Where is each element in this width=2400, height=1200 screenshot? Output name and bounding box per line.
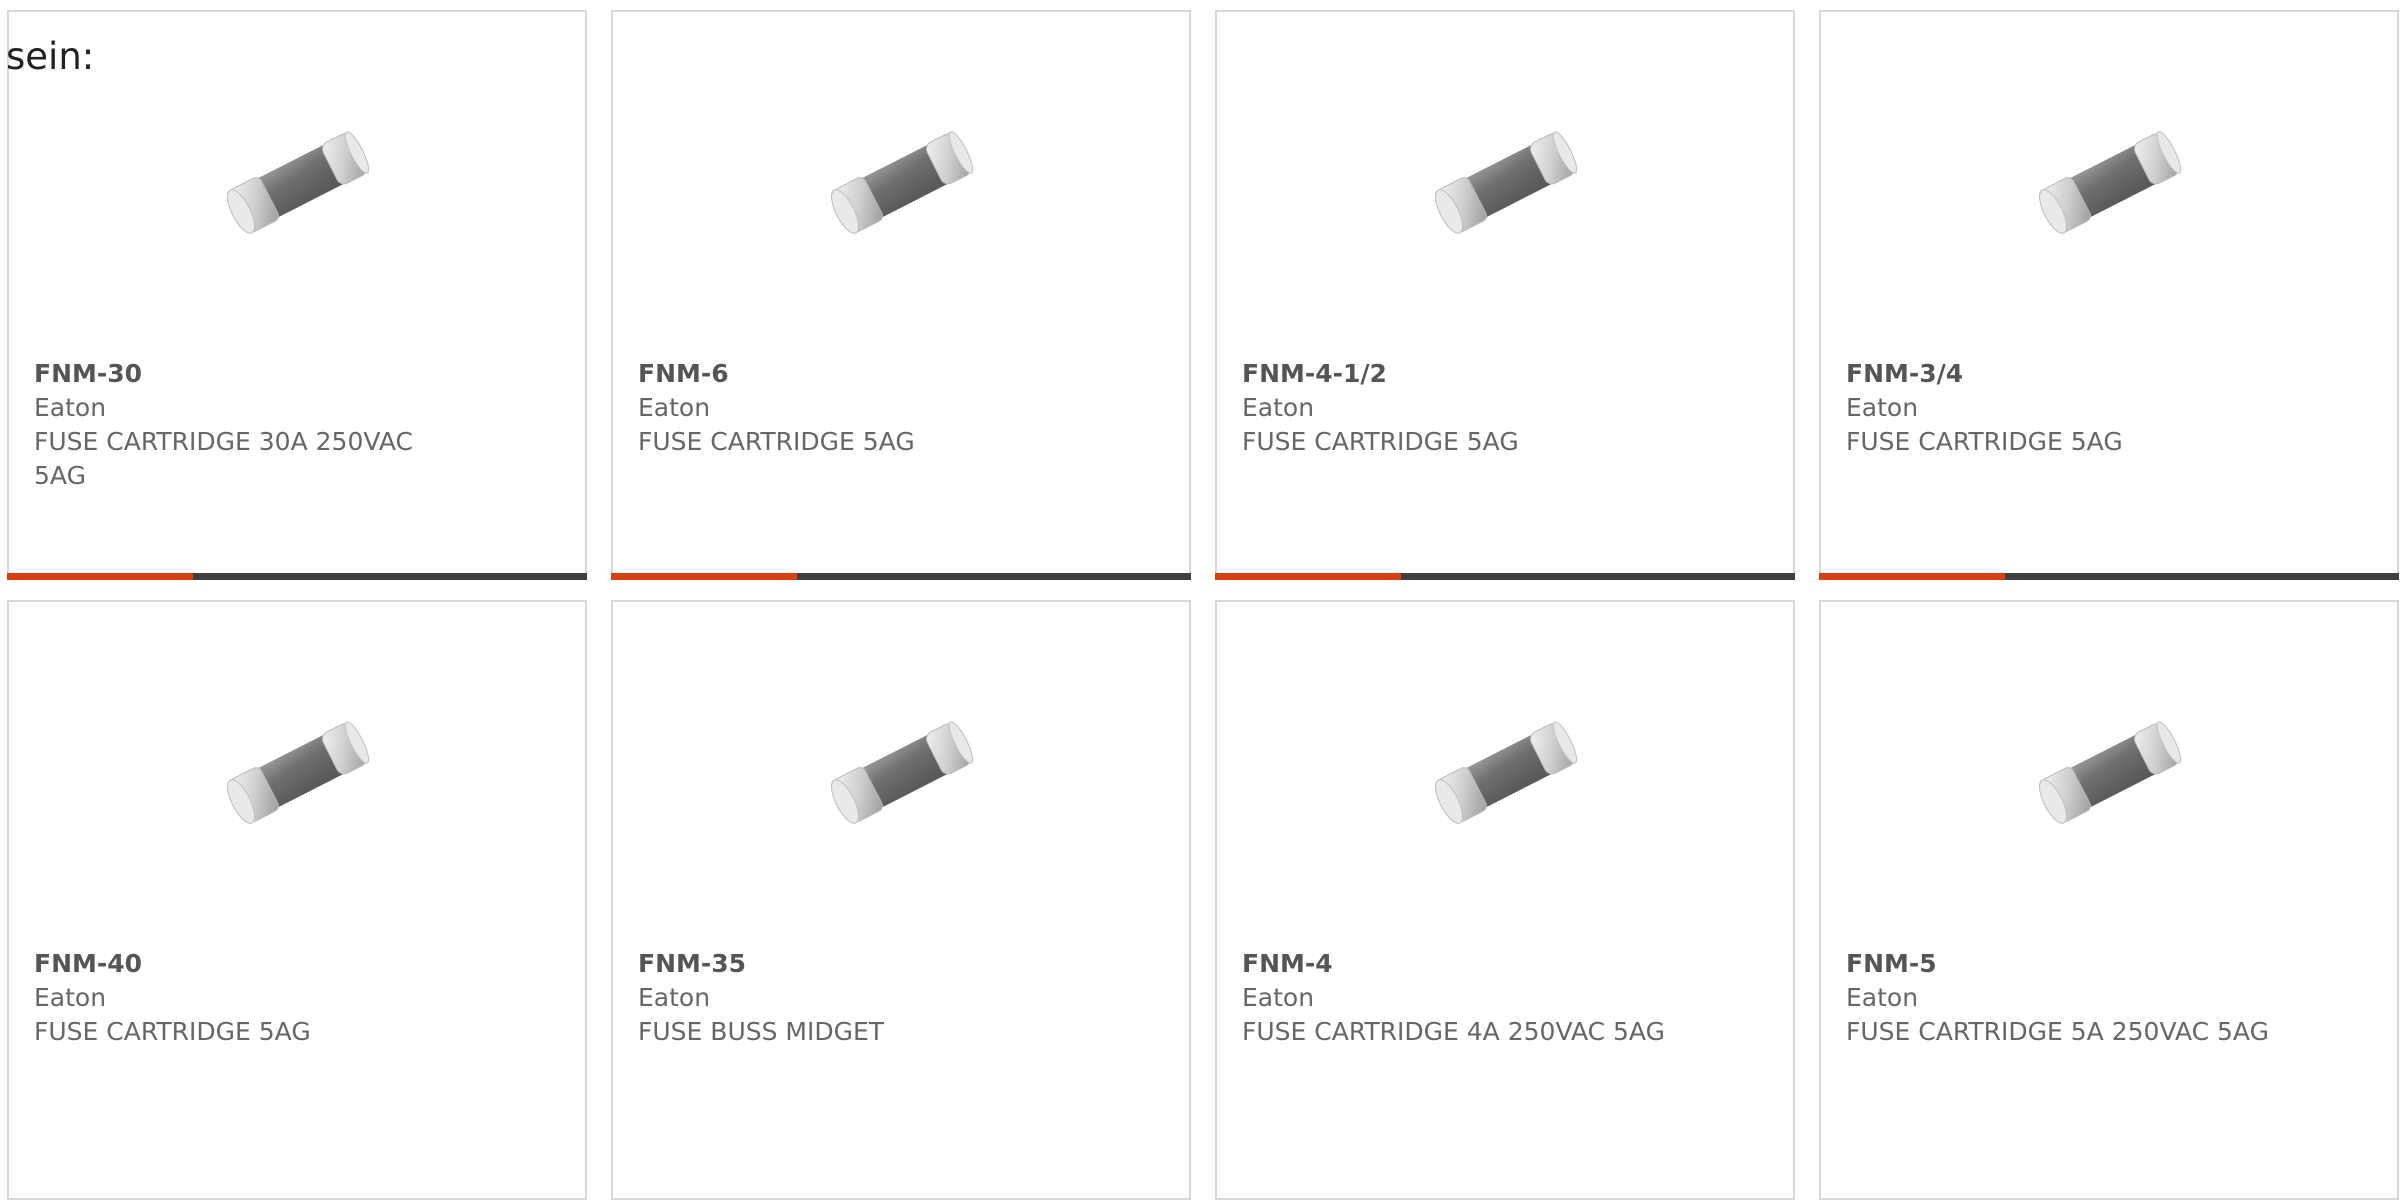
manufacturer: Eaton [638, 393, 711, 422]
part-number[interactable]: FNM-3/4 [1846, 357, 2366, 391]
fuse-cartridge-icon [1435, 131, 1578, 234]
manufacturer: Eaton [34, 393, 107, 422]
part-number[interactable]: FNM-5 [1846, 947, 2366, 981]
part-number[interactable]: FNM-40 [34, 947, 554, 981]
description: FUSE CARTRIDGE 5AG [34, 1017, 311, 1046]
manufacturer: Eaton [34, 983, 107, 1012]
description: FUSE CARTRIDGE 5A 250VAC 5AG [1846, 1017, 2269, 1046]
product-info: FNM-5 Eaton FUSE CARTRIDGE 5A 250VAC 5AG [1846, 947, 2366, 1049]
product-info: FNM-40 Eaton FUSE CARTRIDGE 5AG [34, 947, 554, 1049]
description: FUSE CARTRIDGE 5AG [638, 427, 915, 456]
progress-fill [7, 573, 193, 580]
description: FUSE CARTRIDGE 5AG [1242, 427, 1519, 456]
product-card[interactable]: FNM-35 Eaton FUSE BUSS MIDGET [611, 600, 1191, 1200]
product-grid: FNM-30 Eaton FUSE CARTRIDGE 30A 250VAC 5… [7, 10, 2400, 1200]
fuse-cartridge-icon [2039, 721, 2182, 824]
product-card[interactable]: FNM-4 Eaton FUSE CARTRIDGE 4A 250VAC 5AG [1215, 600, 1795, 1200]
product-info: FNM-30 Eaton FUSE CARTRIDGE 30A 250VAC 5… [34, 357, 554, 493]
progress-bar [7, 573, 587, 580]
manufacturer: Eaton [638, 983, 711, 1012]
product-info: FNM-35 Eaton FUSE BUSS MIDGET [638, 947, 1158, 1049]
manufacturer: Eaton [1846, 393, 1919, 422]
part-number[interactable]: FNM-4 [1242, 947, 1762, 981]
intro-text: sein: [6, 35, 95, 78]
description: FUSE CARTRIDGE 4A 250VAC 5AG [1242, 1017, 1665, 1046]
description: FUSE CARTRIDGE 30A 250VAC 5AG [34, 427, 413, 490]
fuse-cartridge-icon [227, 721, 370, 824]
progress-fill [1819, 573, 2005, 580]
progress-fill [611, 573, 797, 580]
product-card[interactable]: FNM-3/4 Eaton FUSE CARTRIDGE 5AG [1819, 10, 2399, 580]
fuse-cartridge-icon [1435, 721, 1578, 824]
product-card[interactable]: FNM-6 Eaton FUSE CARTRIDGE 5AG [611, 10, 1191, 580]
fuse-cartridge-icon [831, 721, 974, 824]
product-card[interactable]: FNM-5 Eaton FUSE CARTRIDGE 5A 250VAC 5AG [1819, 600, 2399, 1200]
manufacturer: Eaton [1242, 983, 1315, 1012]
progress-fill [1215, 573, 1401, 580]
part-number[interactable]: FNM-30 [34, 357, 554, 391]
product-info: FNM-4-1/2 Eaton FUSE CARTRIDGE 5AG [1242, 357, 1762, 459]
product-info: FNM-6 Eaton FUSE CARTRIDGE 5AG [638, 357, 1158, 459]
part-number[interactable]: FNM-6 [638, 357, 1158, 391]
description: FUSE CARTRIDGE 5AG [1846, 427, 2123, 456]
product-card[interactable]: FNM-30 Eaton FUSE CARTRIDGE 30A 250VAC 5… [7, 10, 587, 580]
product-card[interactable]: FNM-4-1/2 Eaton FUSE CARTRIDGE 5AG [1215, 10, 1795, 580]
manufacturer: Eaton [1846, 983, 1919, 1012]
fuse-cartridge-icon [831, 131, 974, 234]
manufacturer: Eaton [1242, 393, 1315, 422]
product-card[interactable]: FNM-40 Eaton FUSE CARTRIDGE 5AG [7, 600, 587, 1200]
fuse-cartridge-icon [2039, 131, 2182, 234]
progress-bar [611, 573, 1191, 580]
product-info: FNM-3/4 Eaton FUSE CARTRIDGE 5AG [1846, 357, 2366, 459]
progress-bar [1215, 573, 1795, 580]
progress-bar [1819, 573, 2399, 580]
part-number[interactable]: FNM-35 [638, 947, 1158, 981]
product-info: FNM-4 Eaton FUSE CARTRIDGE 4A 250VAC 5AG [1242, 947, 1762, 1049]
fuse-cartridge-icon [227, 131, 370, 234]
part-number[interactable]: FNM-4-1/2 [1242, 357, 1762, 391]
description: FUSE BUSS MIDGET [638, 1017, 885, 1046]
